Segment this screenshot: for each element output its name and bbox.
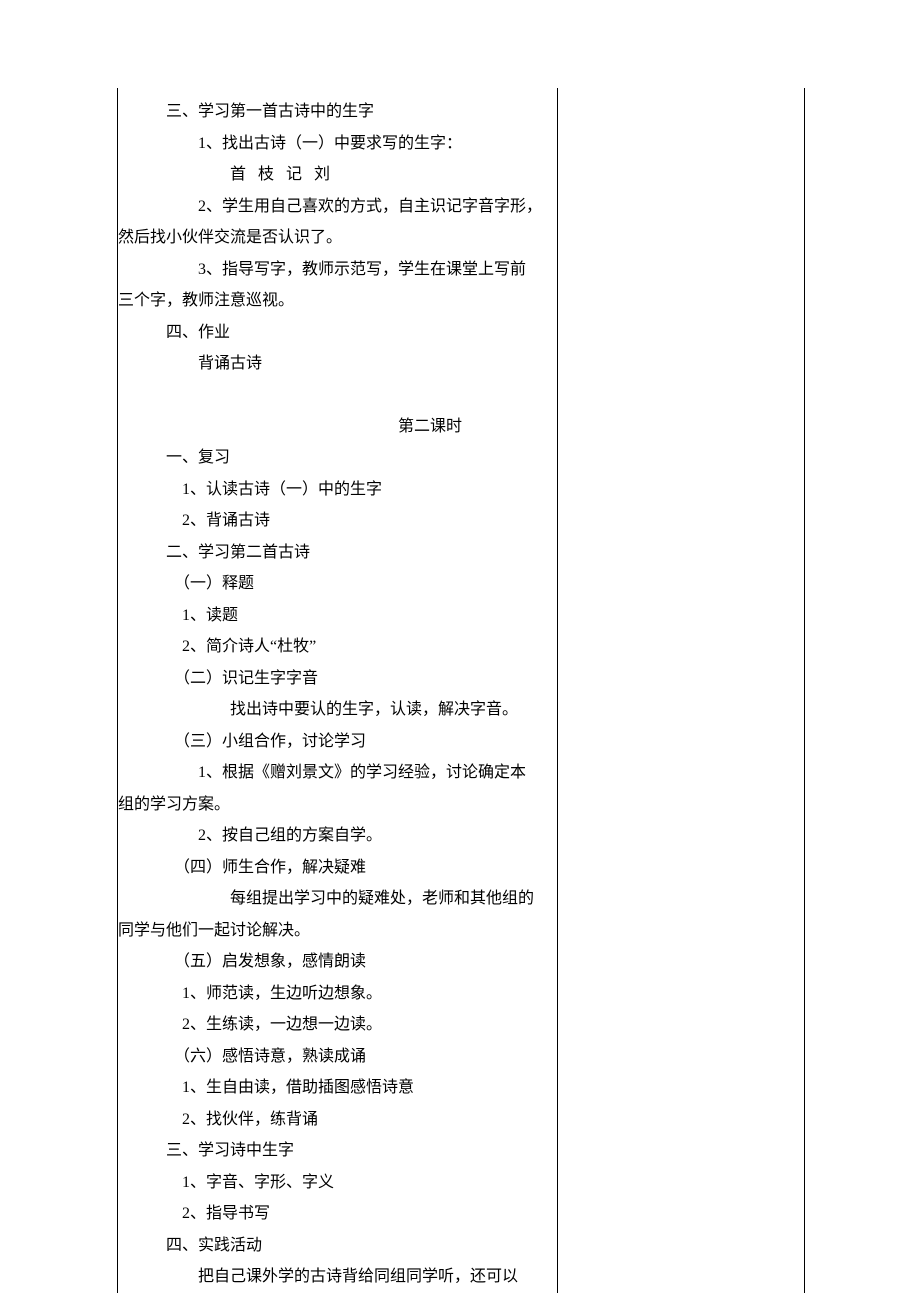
item-text: 1、字音、字形、字义 <box>118 1167 557 1199</box>
section-heading: 二、学习第二首古诗 <box>118 537 557 569</box>
subsection-heading: （一）释题 <box>118 568 557 600</box>
item-text: 3、指导写字，教师示范写，学生在课堂上写前 <box>118 254 557 286</box>
section-heading: 四、实践活动 <box>118 1230 557 1262</box>
section-heading: 一、复习 <box>118 442 557 474</box>
sub-heading: 第二课时 <box>118 411 557 443</box>
item-text: 1、生自由读，借助插图感悟诗意 <box>118 1072 557 1104</box>
blank-line <box>118 380 557 411</box>
page: 三、学习第一首古诗中的生字 1、找出古诗（一）中要求写的生字： 首 枝 记 刘 … <box>0 0 920 1302</box>
layout-table: 三、学习第一首古诗中的生字 1、找出古诗（一）中要求写的生字： 首 枝 记 刘 … <box>117 88 805 1293</box>
item-text-wrap: 同学与他们一起讨论解决。 <box>118 915 557 947</box>
item-text: 背诵古诗 <box>118 348 557 380</box>
item-text: 2、背诵古诗 <box>118 505 557 537</box>
item-text: 1、认读古诗（一）中的生字 <box>118 474 557 506</box>
item-text: 2、生练读，一边想一边读。 <box>118 1009 557 1041</box>
main-content-cell: 三、学习第一首古诗中的生字 1、找出古诗（一）中要求写的生字： 首 枝 记 刘 … <box>118 88 558 1293</box>
section-heading: 四、作业 <box>118 317 557 349</box>
item-text: 1、读题 <box>118 600 557 632</box>
subsection-heading: （三）小组合作，讨论学习 <box>118 726 557 758</box>
item-text: 2、找伙伴，练背诵 <box>118 1104 557 1136</box>
section-heading: 三、学习诗中生字 <box>118 1135 557 1167</box>
item-text: 2、简介诗人“杜牧” <box>118 631 557 663</box>
item-text-wrap: 三个字，教师注意巡视。 <box>118 285 557 317</box>
subsection-heading: （四）师生合作，解决疑难 <box>118 852 557 884</box>
subsection-heading: （六）感悟诗意，熟读成诵 <box>118 1041 557 1073</box>
item-text: 1、师范读，生边听边想象。 <box>118 978 557 1010</box>
item-text: 2、学生用自己喜欢的方式，自主识记字音字形， <box>118 191 557 223</box>
item-text: 每组提出学习中的疑难处，老师和其他组的 <box>118 883 557 915</box>
notes-cell <box>557 88 804 1293</box>
item-text: 把自己课外学的古诗背给同组同学听，还可以 <box>118 1261 557 1293</box>
item-text: 1、找出古诗（一）中要求写的生字： <box>118 128 557 160</box>
item-text-wrap: 然后找小伙伴交流是否认识了。 <box>118 222 557 254</box>
item-text: 1、根据《赠刘景文》的学习经验，讨论确定本 <box>118 757 557 789</box>
item-text: 2、指导书写 <box>118 1198 557 1230</box>
subsection-heading: （二）识记生字字音 <box>118 663 557 695</box>
section-heading: 三、学习第一首古诗中的生字 <box>118 96 557 128</box>
item-text-wrap: 组的学习方案。 <box>118 789 557 821</box>
subsection-heading: （五）启发想象，感情朗读 <box>118 946 557 978</box>
item-text: 找出诗中要认的生字，认读，解决字音。 <box>118 694 557 726</box>
lesson-content: 三、学习第一首古诗中的生字 1、找出古诗（一）中要求写的生字： 首 枝 记 刘 … <box>118 96 557 1293</box>
char-list: 首 枝 记 刘 <box>118 159 557 191</box>
item-text: 2、按自己组的方案自学。 <box>118 820 557 852</box>
